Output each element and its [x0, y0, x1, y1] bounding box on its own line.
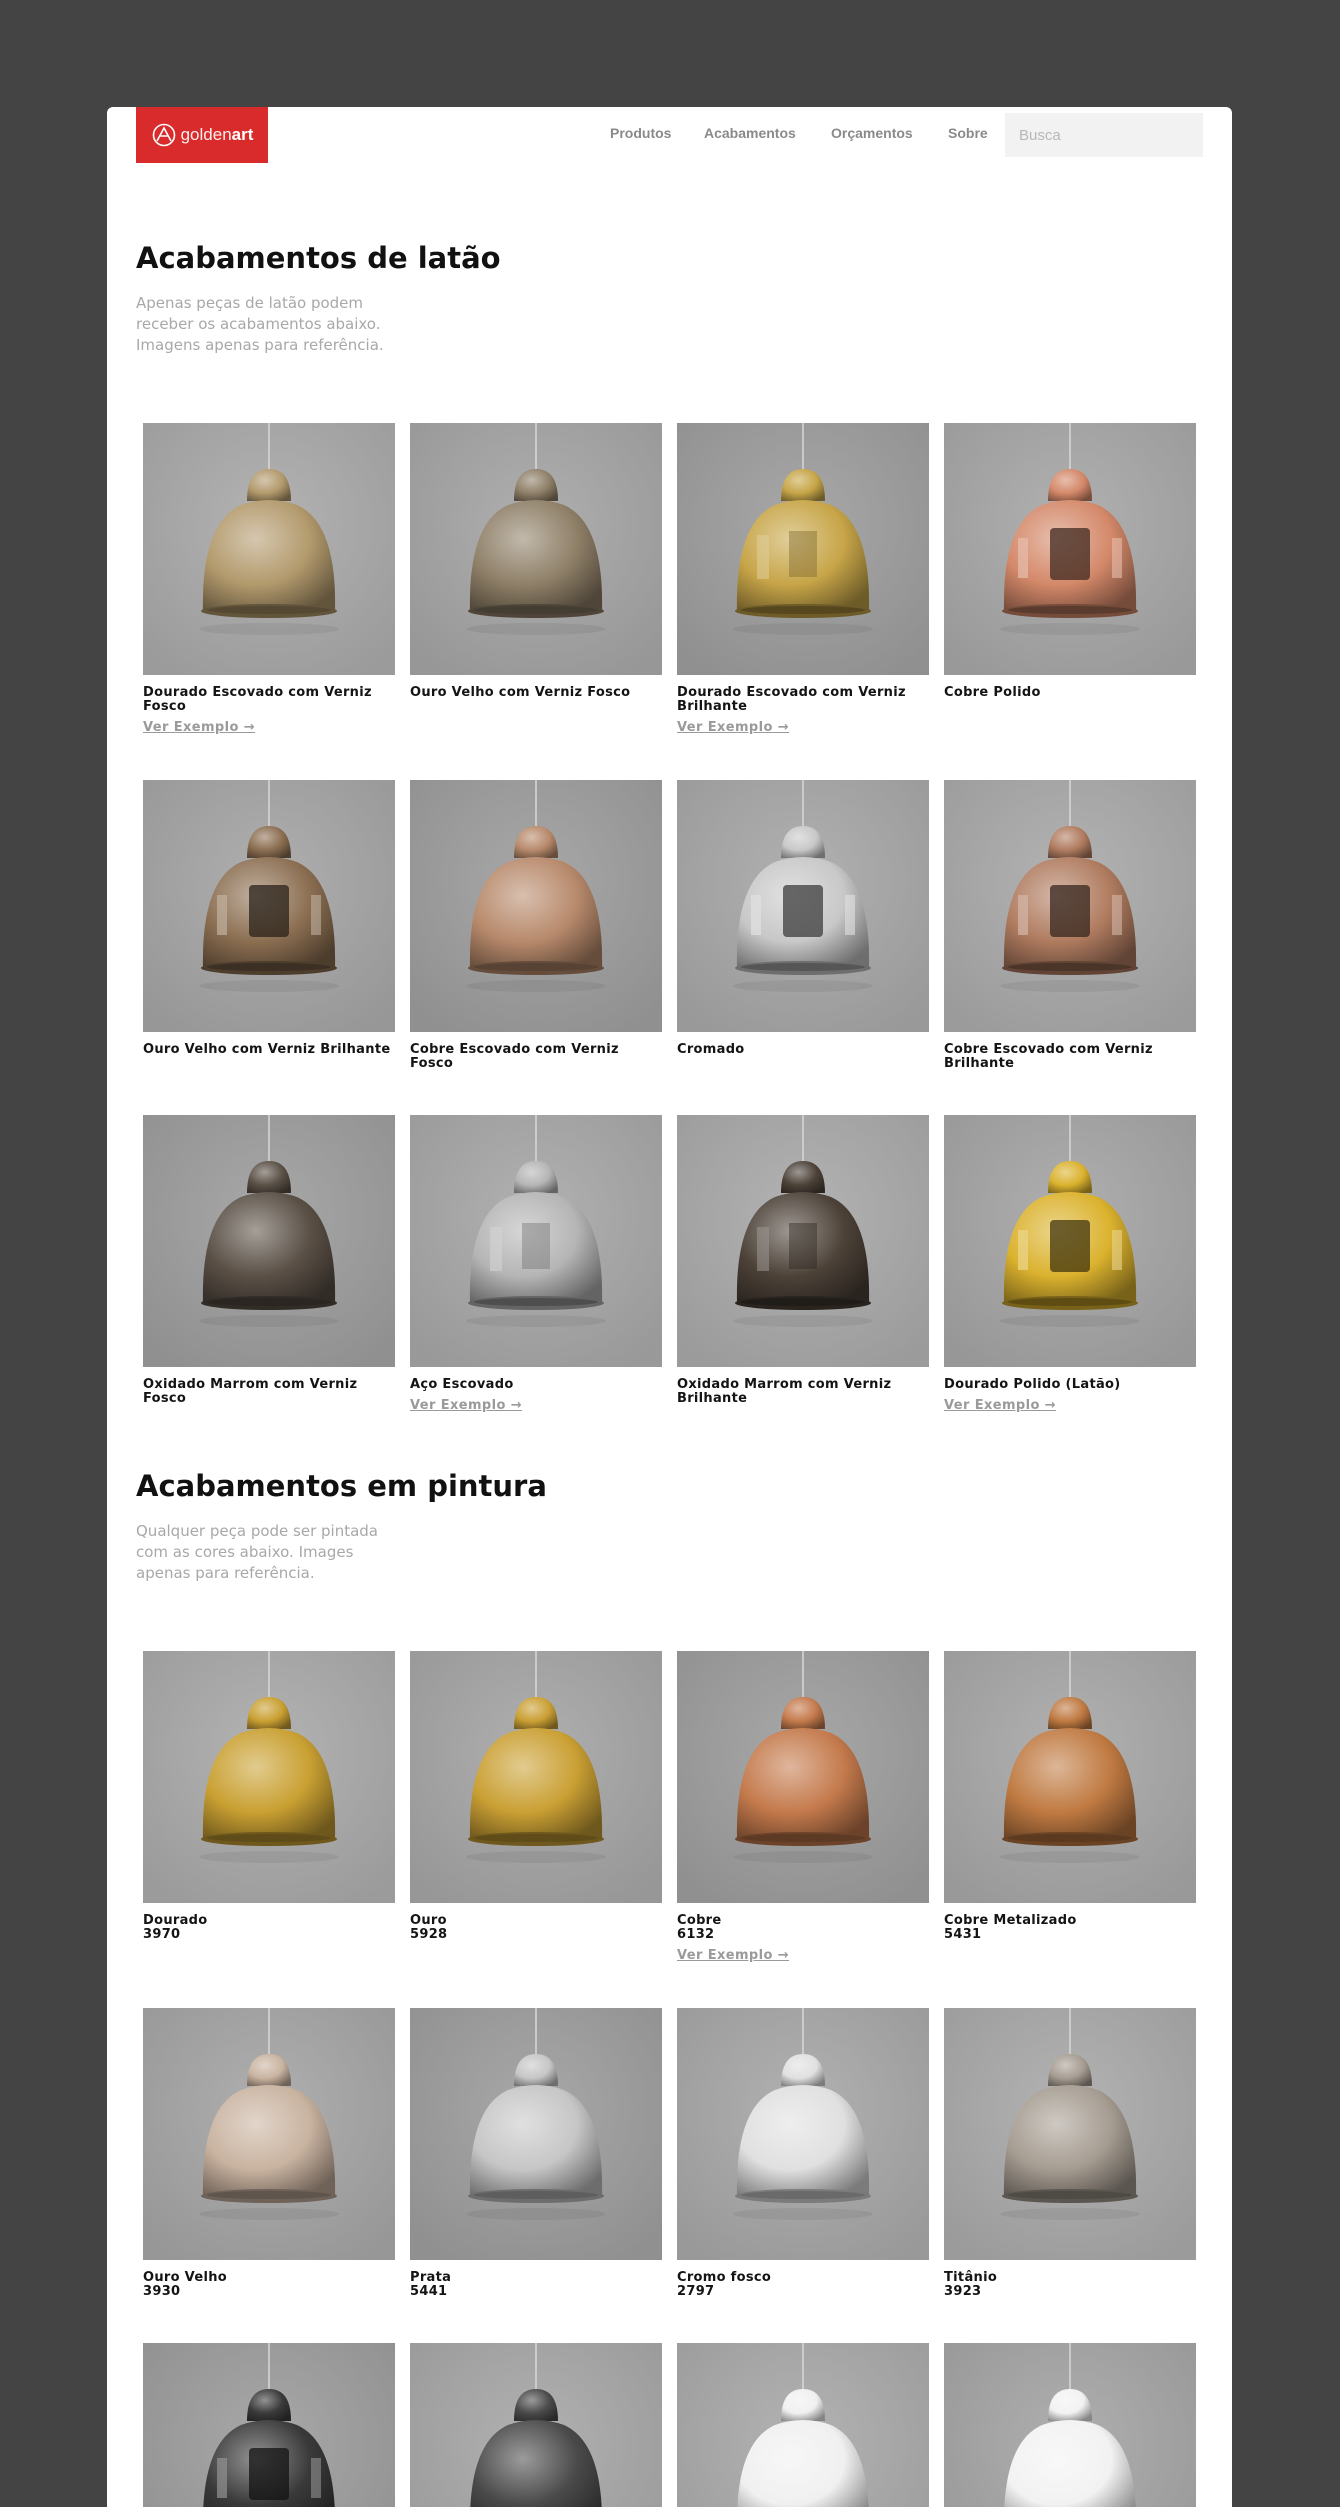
finish-card[interactable]: Ouro 5928	[410, 1651, 662, 1942]
finish-code: 5441	[410, 2284, 448, 2299]
finish-card[interactable]: Dourado 3970	[143, 1651, 395, 1942]
finish-code: 3923	[944, 2284, 982, 2299]
finish-card[interactable]: Cobre Escovado com Verniz Brilhante	[944, 780, 1196, 1071]
nav-orcamentos[interactable]: Orçamentos	[831, 125, 913, 141]
finish-thumbnail[interactable]	[677, 1651, 929, 1903]
finish-name: Ouro	[410, 1913, 447, 1928]
finish-thumbnail[interactable]	[143, 2343, 395, 2507]
finish-thumbnail[interactable]	[677, 2008, 929, 2260]
view-example-link[interactable]: Ver Exemplo →	[944, 1398, 1056, 1413]
finish-thumbnail[interactable]	[410, 1651, 662, 1903]
section-intro-brass: Apenas peças de latão podem receber os a…	[136, 294, 384, 354]
finish-name: Cobre Escovado com Verniz Fosco	[410, 1042, 619, 1071]
finish-card[interactable]: Cobre Escovado com Verniz Fosco	[410, 780, 662, 1071]
page-container: goldenart Produtos Acabamentos Orçamento…	[107, 107, 1232, 2507]
finish-thumbnail[interactable]	[944, 1651, 1196, 1903]
finish-thumbnail[interactable]	[143, 423, 395, 675]
finish-name: Oxidado Marrom com Verniz Brilhante	[677, 1377, 892, 1406]
finish-name: Titânio	[944, 2270, 998, 2285]
finish-thumbnail[interactable]	[410, 423, 662, 675]
finish-code: 5431	[944, 1927, 982, 1942]
finish-card[interactable]	[677, 2343, 929, 2507]
finish-name: Prata	[410, 2270, 452, 2285]
finish-code: 3930	[143, 2284, 181, 2299]
finish-name: Cromado	[677, 1042, 745, 1057]
nav-acabamentos[interactable]: Acabamentos	[704, 125, 796, 141]
finish-thumbnail[interactable]	[677, 780, 929, 1032]
finish-code: 2797	[677, 2284, 715, 2299]
finish-name: Ouro Velho com Verniz Brilhante	[143, 1042, 391, 1057]
section-title-brass: Acabamentos de latão	[136, 241, 501, 275]
finish-thumbnail[interactable]	[944, 423, 1196, 675]
finish-name: Cobre Escovado com Verniz Brilhante	[944, 1042, 1153, 1071]
finish-card[interactable]	[944, 2343, 1196, 2507]
finish-card[interactable]: Dourado Polido (Latão) Ver Exemplo →	[944, 1115, 1196, 1413]
finish-name: Dourado Escovado com Verniz Fosco	[143, 685, 372, 714]
finish-code: 5928	[410, 1927, 448, 1942]
finish-card[interactable]: Prata 5441	[410, 2008, 662, 2299]
finish-thumbnail[interactable]	[410, 2343, 662, 2507]
finish-name: Ouro Velho com Verniz Fosco	[410, 685, 631, 700]
finish-card[interactable]: Cobre Metalizado 5431	[944, 1651, 1196, 1942]
finish-card[interactable]: Ouro Velho com Verniz Fosco	[410, 423, 662, 700]
finish-thumbnail[interactable]	[143, 1651, 395, 1903]
logo-text-light: golden	[180, 125, 232, 144]
finish-thumbnail[interactable]	[944, 2008, 1196, 2260]
finish-thumbnail[interactable]	[143, 2008, 395, 2260]
finish-thumbnail[interactable]	[410, 1115, 662, 1367]
finish-thumbnail[interactable]	[944, 1115, 1196, 1367]
finish-card[interactable]: Cobre 6132 Ver Exemplo →	[677, 1651, 929, 1963]
view-example-link[interactable]: Ver Exemplo →	[410, 1398, 522, 1413]
section-title-paint: Acabamentos em pintura	[136, 1469, 547, 1503]
logo-text-bold: art	[231, 125, 254, 144]
finish-name: Dourado	[143, 1913, 208, 1928]
nav-produtos[interactable]: Produtos	[610, 125, 671, 141]
finish-name: Cromo fosco	[677, 2270, 772, 2285]
view-example-link[interactable]: Ver Exemplo →	[143, 720, 255, 735]
finish-thumbnail[interactable]	[944, 780, 1196, 1032]
finish-name: Oxidado Marrom com Verniz Fosco	[143, 1377, 358, 1406]
finish-thumbnail[interactable]	[677, 2343, 929, 2507]
finish-card[interactable]: Cromo fosco 2797	[677, 2008, 929, 2299]
finish-card[interactable]	[410, 2343, 662, 2507]
finish-thumbnail[interactable]	[677, 423, 929, 675]
finish-code: 3970	[143, 1927, 181, 1942]
finish-card[interactable]: Ouro Velho 3930	[143, 2008, 395, 2299]
finish-thumbnail[interactable]	[143, 1115, 395, 1367]
finish-code: 6132	[677, 1927, 715, 1942]
finish-thumbnail[interactable]	[143, 780, 395, 1032]
nav-sobre[interactable]: Sobre	[948, 125, 988, 141]
view-example-link[interactable]: Ver Exemplo →	[677, 720, 789, 735]
finish-name: Dourado Polido (Latão)	[944, 1377, 1121, 1392]
finish-card[interactable]: Cobre Polido	[944, 423, 1196, 700]
brand-logo[interactable]: goldenart	[136, 107, 268, 163]
search-input[interactable]	[1005, 113, 1203, 157]
finish-name: Cobre	[677, 1913, 722, 1928]
finish-card[interactable]: Ouro Velho com Verniz Brilhante	[143, 780, 395, 1057]
view-example-link[interactable]: Ver Exemplo →	[677, 1948, 789, 1963]
finish-card[interactable]: Cromado	[677, 780, 929, 1057]
finish-card[interactable]: Titânio 3923	[944, 2008, 1196, 2299]
finish-thumbnail[interactable]	[410, 780, 662, 1032]
logo-mark-icon	[152, 123, 175, 147]
finish-card[interactable]: Aço Escovado Ver Exemplo →	[410, 1115, 662, 1413]
finish-card[interactable]: Dourado Escovado com Verniz Brilhante Ver…	[677, 423, 929, 735]
finish-name: Dourado Escovado com Verniz Brilhante	[677, 685, 906, 714]
finish-name: Cobre Polido	[944, 685, 1041, 700]
finish-card[interactable]: Oxidado Marrom com Verniz Brilhante	[677, 1115, 929, 1406]
finish-name: Aço Escovado	[410, 1377, 514, 1392]
finish-card[interactable]	[143, 2343, 395, 2507]
finish-name: Cobre Metalizado	[944, 1913, 1077, 1928]
finish-name: Ouro Velho	[143, 2270, 227, 2285]
finish-card[interactable]: Dourado Escovado com Verniz Fosco Ver Exe…	[143, 423, 395, 735]
finish-thumbnail[interactable]	[410, 2008, 662, 2260]
section-intro-paint: Qualquer peça pode ser pintada com as co…	[136, 1522, 378, 1582]
finish-thumbnail[interactable]	[677, 1115, 929, 1367]
finish-thumbnail[interactable]	[944, 2343, 1196, 2507]
finish-card[interactable]: Oxidado Marrom com Verniz Fosco	[143, 1115, 395, 1406]
